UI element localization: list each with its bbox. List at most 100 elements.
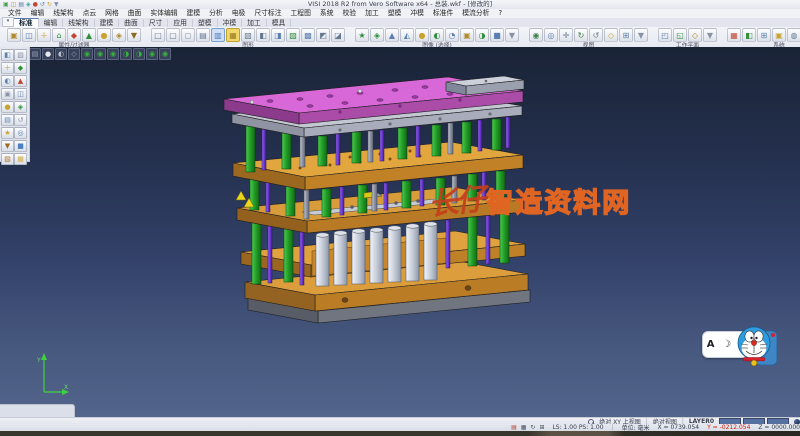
view-top-icon[interactable]: ◉ [94,48,106,60]
scene-list-icon[interactable]: ▤ [29,48,41,60]
units-icon[interactable]: ⊞ [757,28,771,42]
shading-gray-icon[interactable]: ◐ [55,48,67,60]
ribbon-tab-1[interactable]: 编辑 [39,19,64,27]
crosshair-icon[interactable]: ⊞ [539,424,544,431]
ribbon-collapse-button[interactable]: ▾ [2,17,14,27]
mirror-icon[interactable]: ↺ [14,114,27,126]
ribbon-tab-6[interactable]: 应用 [168,19,193,27]
ime-lang-button[interactable]: A [707,339,715,351]
settings-grid-icon[interactable]: ▦ [727,28,741,42]
solid-box-icon[interactable]: ■ [14,140,27,152]
ghost-icon[interactable]: ◧ [256,28,270,42]
menu-item-18[interactable]: 模流分析 [458,9,493,18]
select-element-icon[interactable]: ★ [355,28,369,42]
fillet-icon[interactable]: ▲ [14,75,27,87]
select-box-icon[interactable]: ◐ [430,28,444,42]
menu-item-5[interactable]: 曲面 [124,9,146,18]
filter-element-icon[interactable]: ▲ [82,28,96,42]
ribbon-tab-8[interactable]: 冲模 [218,19,243,27]
ribbon-tab-10[interactable]: 模具 [267,19,292,27]
view-options-icon[interactable]: ▼ [634,28,648,42]
section-icon[interactable]: ◨ [271,28,285,42]
ribbon-tab-2[interactable]: 线架构 [63,19,94,27]
view-bottom-icon[interactable]: ◉ [159,48,171,60]
view-left-icon[interactable]: ◑ [133,48,145,60]
view-right-icon[interactable]: ◑ [120,48,132,60]
menu-item-9[interactable]: 电极 [228,9,250,18]
menu-item-7[interactable]: 建模 [183,9,205,18]
trim-icon[interactable]: ▨ [14,49,27,61]
select-face-icon[interactable]: ◭ [400,28,414,42]
hidden-line-icon[interactable]: ▧ [241,28,255,42]
workplane-set-icon[interactable]: ◰ [658,28,672,42]
select-color-icon[interactable]: ● [415,28,429,42]
regen-icon[interactable]: ▢ [166,28,180,42]
menu-item-16[interactable]: 冲模 [406,9,428,18]
grid-icon[interactable]: ▦ [14,153,27,165]
filter-options-icon[interactable]: ▼ [127,28,141,42]
snap-settings-icon[interactable]: ◍ [787,28,800,42]
redraw-icon[interactable]: □ [151,28,165,42]
macro-icon[interactable]: ▣ [772,28,786,42]
offset-icon[interactable]: ◫ [14,88,27,100]
layers-icon[interactable]: ▨ [286,28,300,42]
multi-view-icon[interactable]: ⊞ [619,28,633,42]
filter-type-icon[interactable]: ＋ [37,28,51,42]
point-icon[interactable]: ＋ [1,62,14,74]
menu-item-6[interactable]: 实体编辑 [146,9,181,18]
select-chain-icon[interactable]: ◈ [370,28,384,42]
attribute-copy-icon[interactable]: ◫ [22,28,36,42]
graphics-options-icon[interactable]: ◪ [331,28,345,42]
star-icon[interactable]: ★ [1,127,14,139]
menu-item-2[interactable]: 线架构 [49,9,77,18]
menu-item-15[interactable]: 塑模 [384,9,406,18]
view-front-icon[interactable]: ◉ [107,48,119,60]
shade-icon[interactable]: ▥ [211,28,225,42]
project-icon[interactable]: ◎ [14,127,27,139]
filter-solid-icon[interactable]: ● [97,28,111,42]
wireframe-mode-icon[interactable]: ▦ [226,28,240,42]
show-all-icon[interactable]: ▤ [196,28,210,42]
rotate-view-icon[interactable]: ↻ [574,28,588,42]
menu-item-3[interactable]: 点云 [79,9,101,18]
ribbon-tab-9[interactable]: 加工 [242,19,267,27]
profile-icon[interactable]: ◧ [742,28,756,42]
select-all-icon[interactable]: ■ [490,28,504,42]
select-options-icon[interactable]: ▼ [505,28,519,42]
menu-item-13[interactable]: 校验 [339,9,361,18]
ribbon-tab-5[interactable]: 尺寸 [144,19,169,27]
view-back-icon[interactable]: ◉ [146,48,158,60]
menu-item-17[interactable]: 标准件 [429,9,457,18]
annotation-icon[interactable]: ▤ [511,424,517,431]
blank-icon[interactable]: ◩ [316,28,330,42]
measure-icon[interactable]: ▧ [1,153,14,165]
menu-item-11[interactable]: 工程图 [287,9,315,18]
menu-item-4[interactable]: 网格 [101,9,123,18]
prev-view-icon[interactable]: ↺ [589,28,603,42]
arc-icon[interactable]: ◐ [1,75,14,87]
view-iso-icon[interactable]: ◉ [81,48,93,60]
rectangle-icon[interactable]: ▣ [1,88,14,100]
ribbon-tab-0[interactable]: 标准 [14,18,39,27]
select-invert-icon[interactable]: ◑ [475,28,489,42]
filter-color-icon[interactable]: ◆ [67,28,81,42]
select-poly-icon[interactable]: ◔ [445,28,459,42]
wireframe-view-icon[interactable]: ◇ [68,48,80,60]
polygon-icon[interactable]: ◈ [14,101,27,113]
viewport-canvas[interactable]: Y X ▤●◐◇◉◉◉◑◑◉◉ ▦▣◈◎◐■ 长仔 智造资料网 A☽T [0,47,800,417]
filter-layer-icon[interactable]: ⌂ [52,28,66,42]
menu-item-12[interactable]: 系统 [316,9,338,18]
select-layer-icon[interactable]: ▣ [460,28,474,42]
menu-item-10[interactable]: 尺寸标注 [250,9,285,18]
ellipse-icon[interactable]: ● [1,101,14,113]
pan-icon[interactable]: ✛ [559,28,573,42]
zoom-window-icon[interactable]: ◎ [544,28,558,42]
ribbon-tab-7[interactable]: 塑模 [193,19,218,27]
select-solid-icon[interactable]: ▲ [385,28,399,42]
hide-icon[interactable]: ◻ [181,28,195,42]
attribute-paint-icon[interactable]: ▣ [7,28,21,42]
iso-view-icon[interactable]: ◇ [604,28,618,42]
display-list-icon[interactable]: ▦ [521,424,527,431]
wireframe-line-icon[interactable]: ◧ [1,49,14,61]
menu-item-14[interactable]: 加工 [361,9,383,18]
